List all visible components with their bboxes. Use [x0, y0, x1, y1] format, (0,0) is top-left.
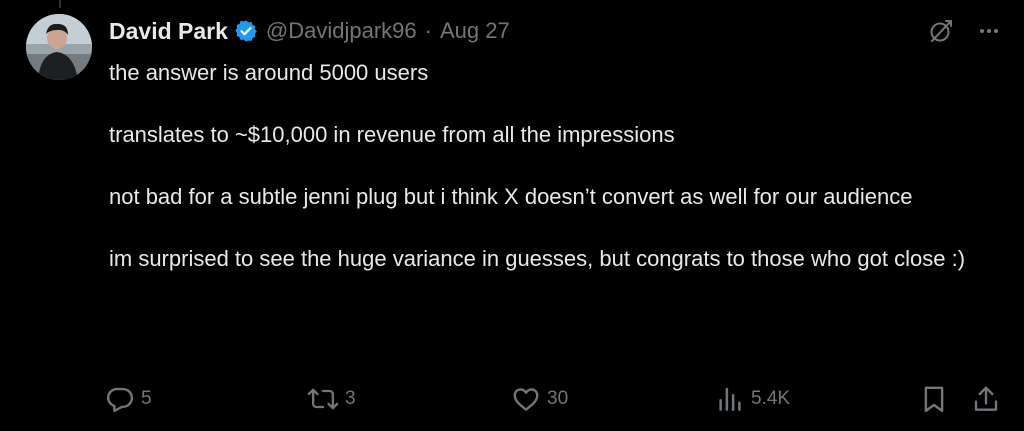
post-timestamp[interactable]: Aug 27 — [440, 18, 510, 44]
repost-count: 3 — [345, 388, 356, 409]
share-icon — [974, 386, 998, 411]
tweet-header: David Park @Davidjpark96 · Aug 27 — [109, 14, 510, 48]
reply-icon — [106, 387, 134, 413]
tweet-paragraph: not bad for a subtle jenni plug but i th… — [109, 184, 913, 209]
like-count: 30 — [547, 388, 569, 409]
avatar[interactable] — [26, 14, 92, 80]
tweet-paragraph: im surprised to see the huge variance in… — [109, 246, 966, 271]
thread-connector-line — [59, 0, 61, 8]
verified-badge-icon[interactable] — [234, 19, 258, 43]
tweet-paragraph: the answer is around 5000 users — [109, 60, 429, 85]
view-count: 5.4K — [751, 388, 791, 409]
author-handle[interactable]: @Davidjpark96 — [266, 18, 417, 44]
tweet-paragraph: translates to ~$10,000 in revenue from a… — [109, 122, 675, 147]
repost-button[interactable]: 3 — [307, 382, 356, 416]
views-chart-icon — [719, 387, 741, 411]
views-button[interactable]: 5.4K — [715, 382, 790, 416]
author-name[interactable]: David Park — [109, 18, 228, 45]
repost-icon — [307, 388, 339, 410]
reply-count: 5 — [141, 388, 152, 409]
engagement-bar: 5 3 30 5.4K — [105, 382, 1005, 416]
header-separator: · — [424, 18, 432, 43]
tweet[interactable]: David Park @Davidjpark96 · Aug 27 the an… — [0, 0, 1024, 431]
tweet-text: the answer is around 5000 users translat… — [109, 57, 989, 274]
top-actions — [926, 16, 1004, 46]
heart-icon — [513, 388, 539, 411]
grok-icon[interactable] — [926, 16, 956, 46]
like-button[interactable]: 30 — [511, 382, 568, 416]
bookmark-icon — [924, 386, 944, 413]
bookmark-button[interactable] — [919, 382, 949, 416]
more-options-icon[interactable] — [974, 16, 1004, 46]
share-button[interactable] — [971, 382, 1001, 416]
reply-button[interactable]: 5 — [105, 382, 152, 416]
